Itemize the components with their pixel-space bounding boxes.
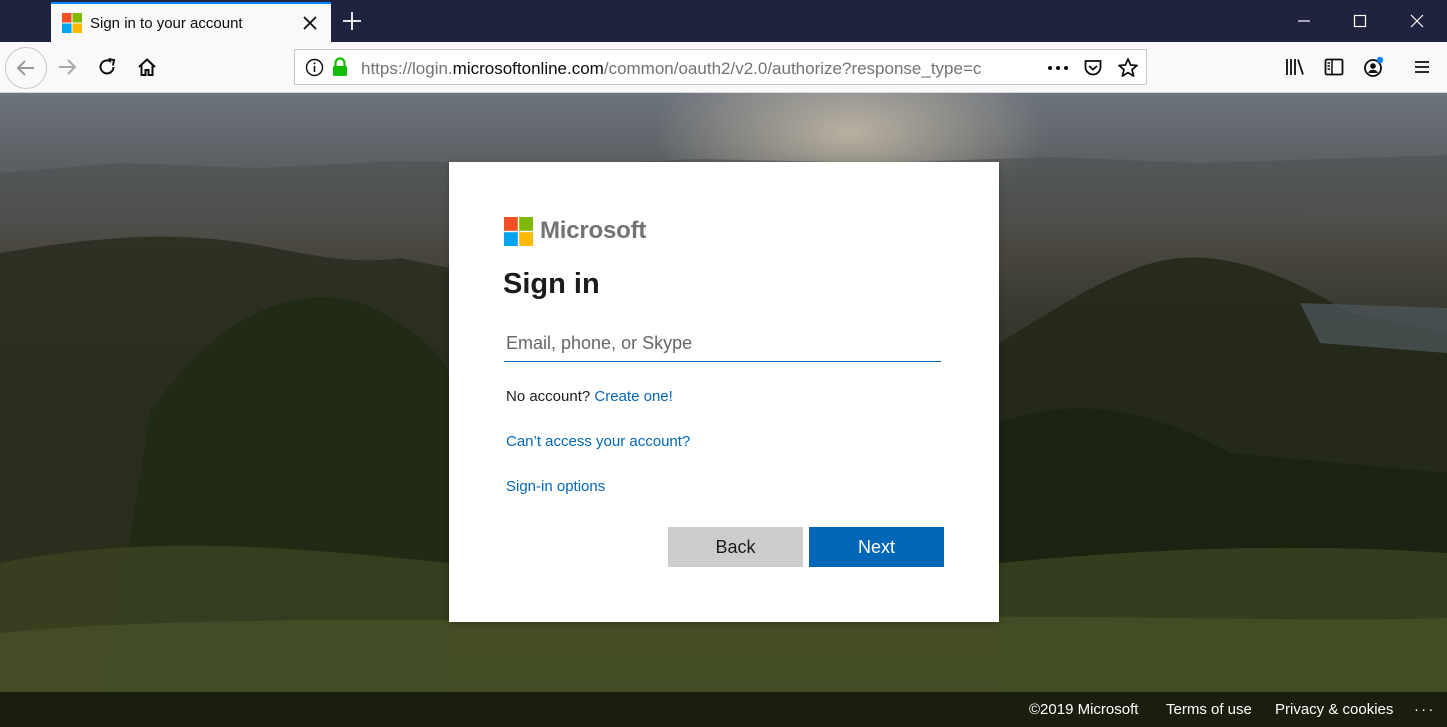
tab-title: Sign in to your account — [90, 15, 243, 32]
maximize-window-icon[interactable] — [1347, 8, 1373, 34]
tab-strip: Sign in to your account — [0, 0, 1447, 42]
home-icon — [138, 58, 156, 76]
home-button[interactable] — [130, 50, 164, 84]
close-tab-icon[interactable] — [299, 12, 321, 34]
sidebar-button[interactable] — [1317, 50, 1351, 84]
new-tab-icon[interactable] — [340, 9, 364, 33]
reload-button[interactable] — [90, 50, 124, 84]
info-icon[interactable] — [305, 58, 324, 77]
page-actions-icon[interactable] — [1046, 58, 1070, 78]
pocket-icon[interactable] — [1083, 58, 1103, 78]
create-account-link[interactable]: Create one! — [594, 388, 672, 405]
no-account-label: No account? — [506, 388, 591, 405]
next-button[interactable]: Next — [809, 527, 944, 567]
back-button[interactable]: Back — [668, 527, 803, 567]
account-icon — [1364, 56, 1384, 77]
terms-of-use-link[interactable]: Terms of use — [1166, 701, 1252, 718]
arrow-right-icon — [59, 59, 77, 75]
account-button[interactable] — [1357, 50, 1391, 84]
menu-button[interactable] — [1405, 50, 1439, 84]
page-background: Microsoft Sign in No account? Create one… — [0, 93, 1447, 727]
bookmark-star-icon[interactable] — [1117, 57, 1139, 79]
url-path: /common/oauth2/v2.0/authorize?response_t… — [603, 59, 982, 78]
sidebar-icon — [1324, 58, 1344, 76]
microsoft-favicon-icon — [62, 13, 82, 33]
navigation-toolbar: https://login.microsoftonline.com/common… — [0, 42, 1447, 93]
back-button[interactable] — [5, 47, 47, 89]
cant-access-account-link[interactable]: Can’t access your account? — [506, 433, 690, 450]
page-footer: ©2019 Microsoft Terms of use Privacy & c… — [0, 692, 1447, 727]
reload-icon — [99, 58, 116, 75]
sign-in-options-link[interactable]: Sign-in options — [506, 478, 605, 495]
browser-tab[interactable]: Sign in to your account — [51, 2, 331, 42]
email-input[interactable] — [504, 326, 941, 362]
sign-in-card: Microsoft Sign in No account? Create one… — [449, 162, 999, 622]
library-icon — [1286, 59, 1304, 75]
lock-icon — [333, 57, 347, 76]
brand-name: Microsoft — [540, 217, 647, 244]
arrow-left-icon — [16, 60, 34, 76]
library-button[interactable] — [1278, 50, 1312, 84]
url-host: microsoftonline.com — [452, 59, 604, 78]
privacy-cookies-link[interactable]: Privacy & cookies — [1275, 701, 1393, 718]
url-text: https://login.microsoftonline.com/common… — [361, 59, 1001, 79]
forward-button[interactable] — [50, 50, 84, 84]
page-title: Sign in — [503, 268, 600, 300]
microsoft-logo-icon — [504, 217, 533, 246]
close-window-icon[interactable] — [1404, 8, 1430, 34]
hamburger-menu-icon — [1415, 61, 1429, 73]
no-account-row: No account? Create one! — [506, 388, 673, 405]
minimize-window-icon[interactable] — [1291, 8, 1317, 34]
url-prefix: https://login. — [361, 59, 453, 78]
url-bar[interactable]: https://login.microsoftonline.com/common… — [294, 49, 1147, 85]
more-options-icon[interactable]: · · · — [1414, 701, 1433, 718]
copyright-text: ©2019 Microsoft — [1029, 701, 1139, 718]
